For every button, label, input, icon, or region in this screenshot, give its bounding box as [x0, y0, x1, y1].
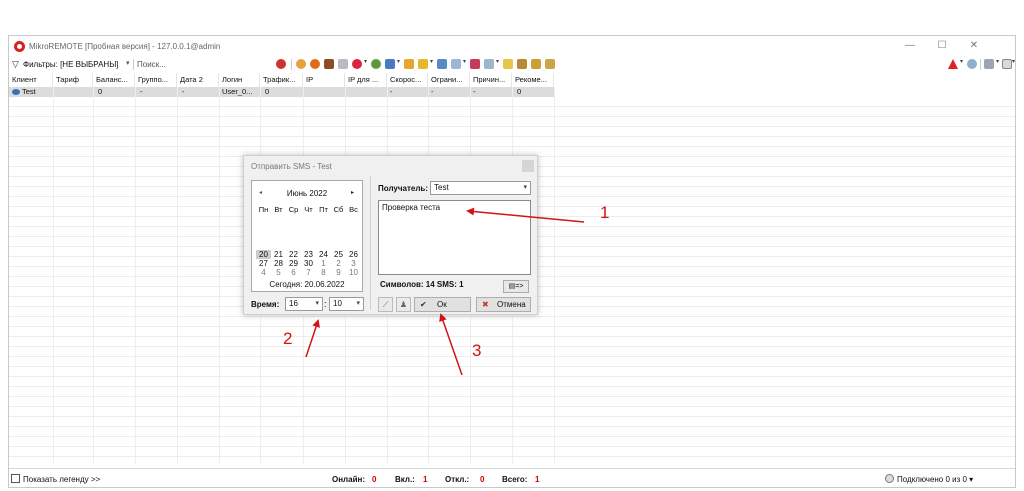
annotation-overlay — [305, 207, 585, 376]
annotation-arrow-2 — [305, 319, 320, 358]
annotation-arrow-3 — [439, 313, 463, 376]
annotation-label-2: 2 — [283, 329, 293, 348]
annotation-label-3: 3 — [472, 341, 482, 360]
annotation-arrow-1 — [466, 207, 585, 223]
annotation-label-1: 1 — [600, 203, 610, 222]
